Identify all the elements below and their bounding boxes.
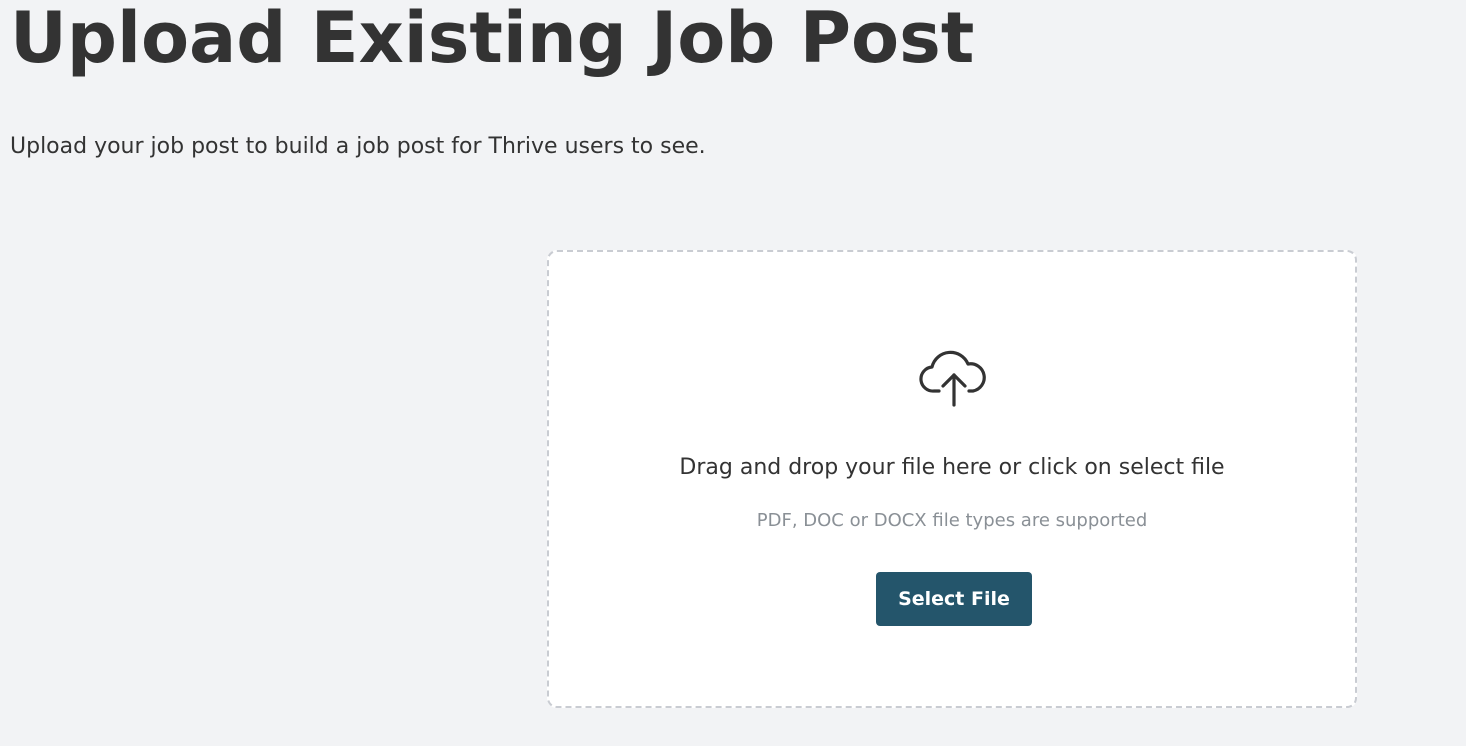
cloud-upload-icon (919, 348, 989, 408)
page-subtitle: Upload your job post to build a job post… (10, 134, 706, 159)
dropzone-instruction: Drag and drop your file here or click on… (679, 455, 1225, 480)
select-file-button[interactable]: Select File (876, 572, 1032, 626)
page-title: Upload Existing Job Post (10, 0, 975, 79)
file-dropzone[interactable]: Drag and drop your file here or click on… (547, 250, 1357, 708)
supported-file-types: PDF, DOC or DOCX file types are supporte… (756, 510, 1148, 531)
